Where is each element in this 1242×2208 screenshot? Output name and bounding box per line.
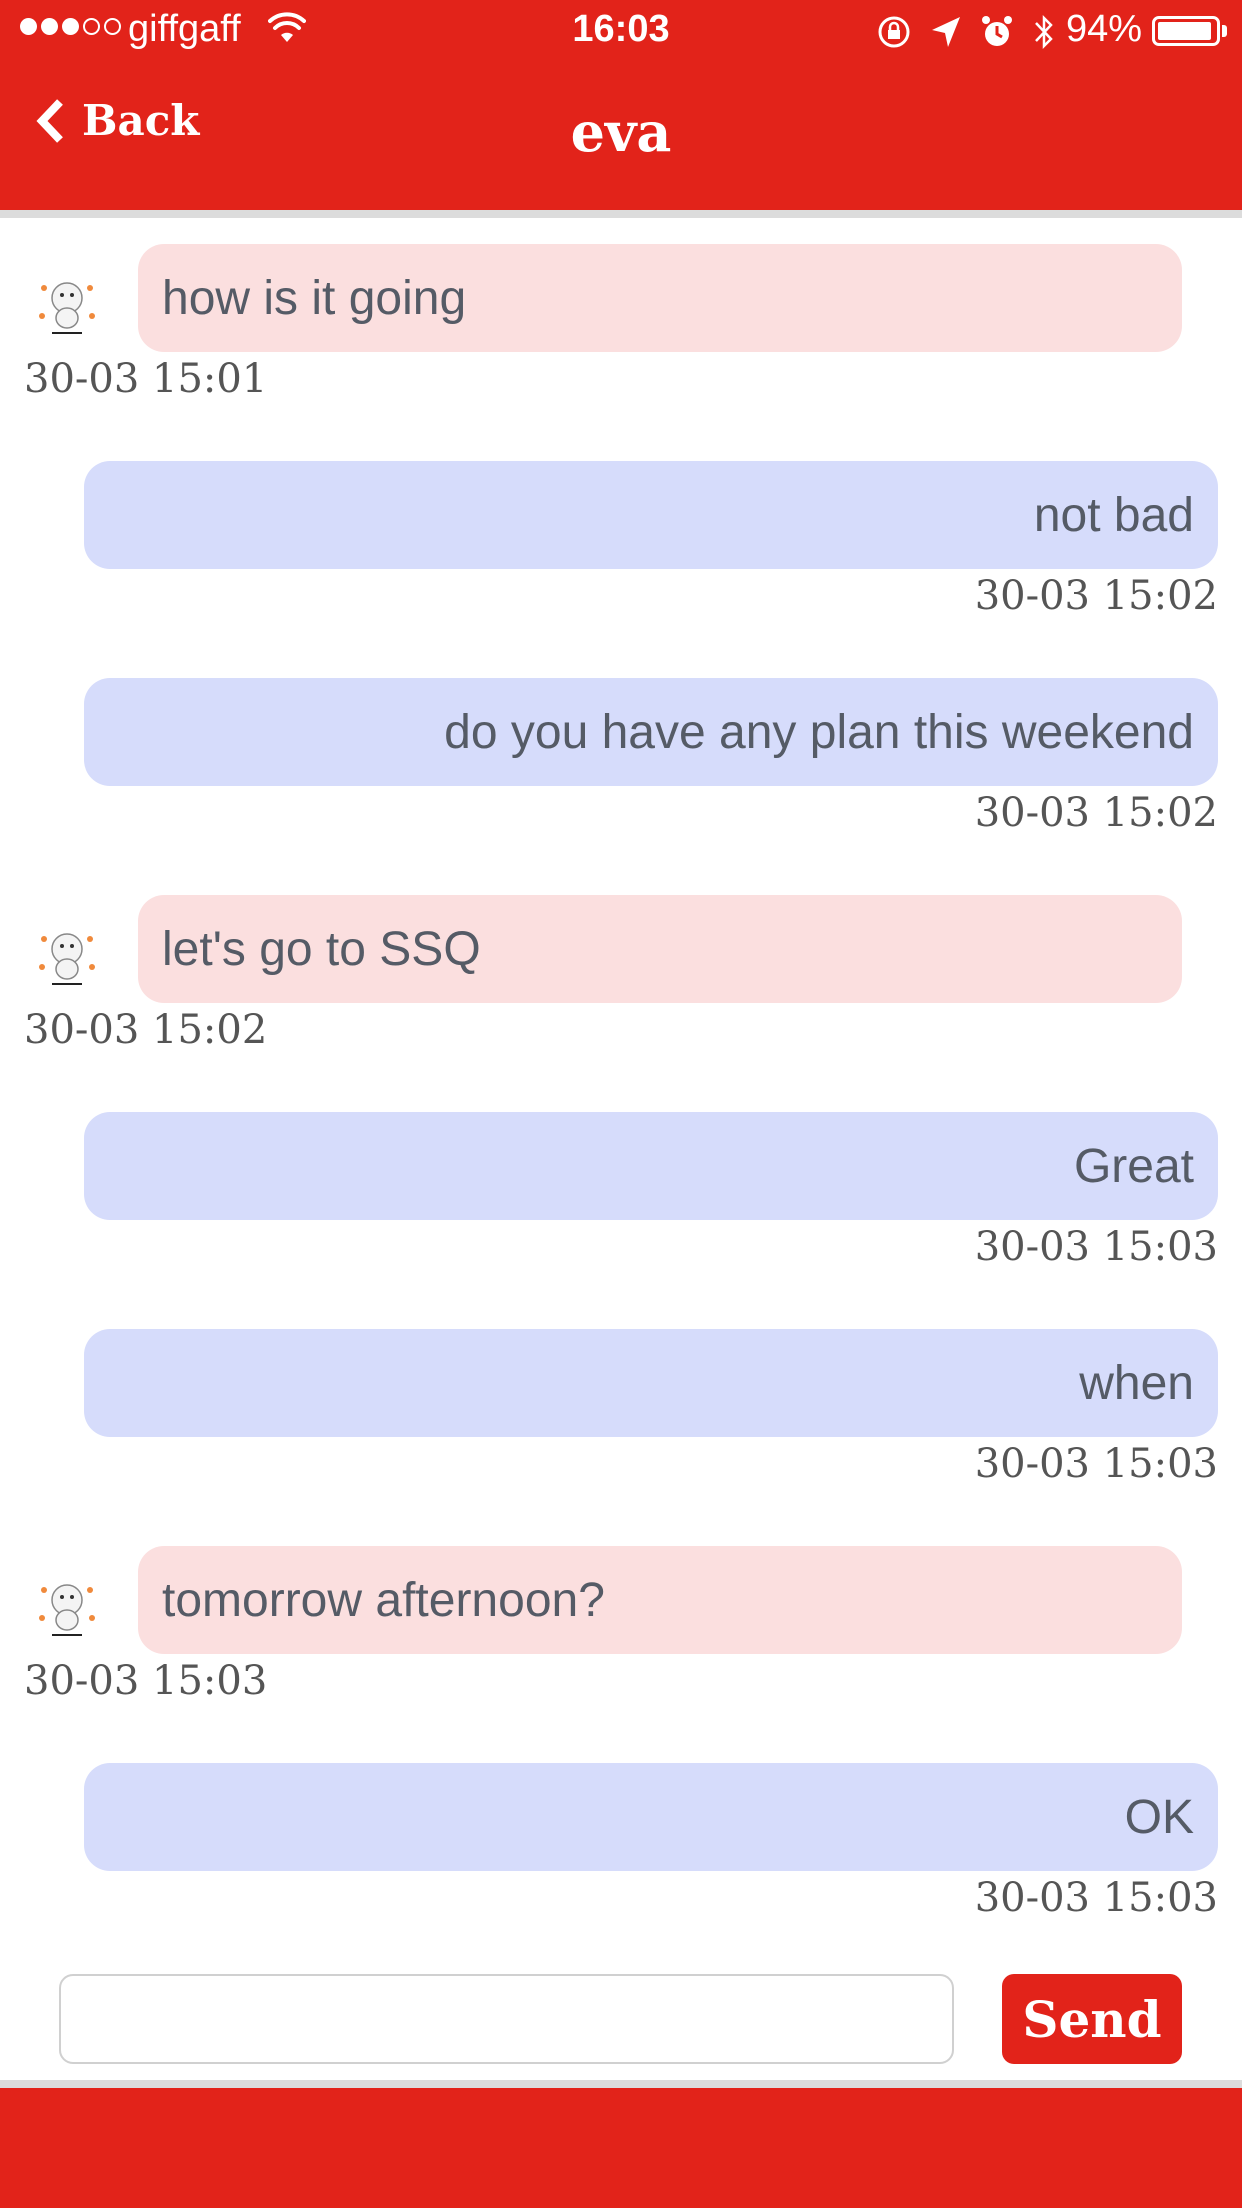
- message-timestamp: 30-03 15:03: [974, 1224, 1218, 1270]
- orientation-lock-icon: [878, 16, 910, 48]
- message-bubble[interactable]: do you have any plan this weekend: [84, 678, 1218, 786]
- message-timestamp: 30-03 15:02: [974, 790, 1218, 836]
- message-bubble[interactable]: not bad: [84, 461, 1218, 569]
- battery-icon: [1152, 16, 1220, 46]
- message-bubble[interactable]: when: [84, 1329, 1218, 1437]
- avatar[interactable]: [32, 919, 102, 989]
- battery-percentage: 94%: [1066, 8, 1143, 50]
- message-bubble[interactable]: tomorrow afternoon?: [138, 1546, 1182, 1654]
- bluetooth-icon: [1035, 14, 1053, 50]
- message-bubble[interactable]: how is it going: [138, 244, 1182, 352]
- message-timestamp: 30-03 15:02: [24, 1007, 268, 1053]
- message-timestamp: 30-03 15:03: [974, 1875, 1218, 1921]
- message-timestamp: 30-03 15:03: [974, 1441, 1218, 1487]
- status-icons: [876, 12, 1056, 52]
- battery-tip: [1222, 25, 1227, 37]
- message-timestamp: 30-03 15:02: [974, 573, 1218, 619]
- message-timestamp: 30-03 15:03: [24, 1658, 268, 1704]
- conversation-title: eva: [570, 100, 672, 164]
- alarm-icon: [982, 16, 1012, 46]
- footer-bar: [0, 2088, 1242, 2208]
- message-input[interactable]: [59, 1974, 954, 2064]
- header-divider: [0, 210, 1242, 218]
- avatar[interactable]: [32, 1570, 102, 1640]
- send-button[interactable]: Send: [1002, 1974, 1182, 2064]
- message-bubble[interactable]: OK: [84, 1763, 1218, 1871]
- avatar[interactable]: [32, 268, 102, 338]
- location-icon: [932, 17, 960, 47]
- message-timestamp: 30-03 15:01: [24, 356, 268, 402]
- battery-level-fill: [1158, 22, 1211, 40]
- message-bubble[interactable]: let's go to SSQ: [138, 895, 1182, 1003]
- footer-divider: [0, 2080, 1242, 2088]
- message-bubble[interactable]: Great: [84, 1112, 1218, 1220]
- status-bar: giffgaff 16:03 94%: [0, 0, 1242, 62]
